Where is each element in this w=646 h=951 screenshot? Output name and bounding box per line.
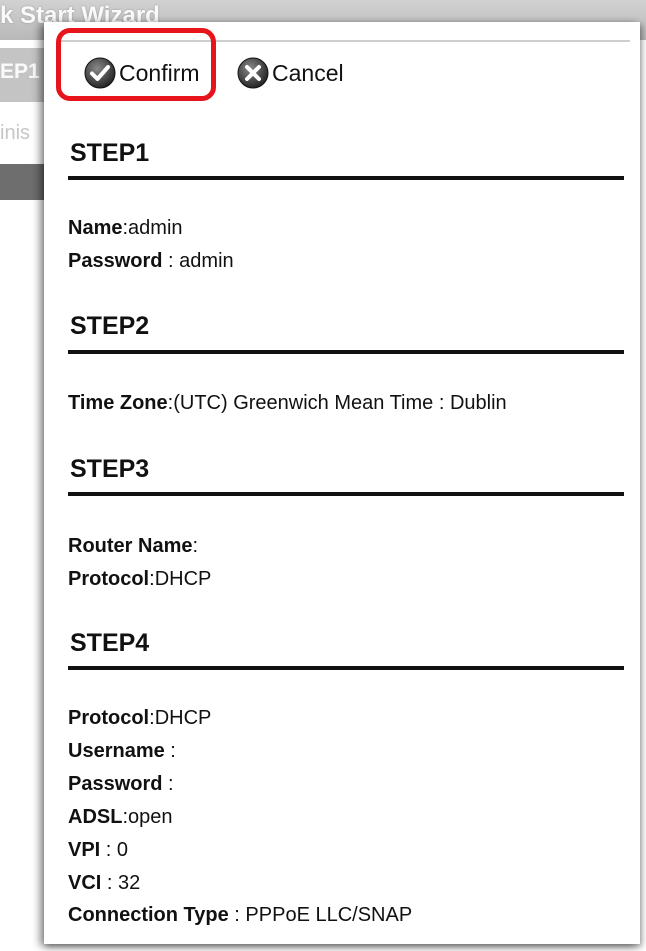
step3-heading: STEP3 bbox=[70, 455, 150, 483]
field-separator: : bbox=[164, 740, 176, 762]
confirm-button[interactable]: Confirm bbox=[84, 56, 200, 90]
field-label: Name bbox=[68, 217, 123, 239]
step1-name-row: Name:admin bbox=[68, 217, 183, 240]
field-label: VCI bbox=[68, 872, 102, 894]
field-separator: : bbox=[101, 872, 119, 894]
cancel-button-label: Cancel bbox=[272, 59, 344, 86]
dialog-top-divider bbox=[60, 40, 630, 42]
step4-vpi-row: VPI : 0 bbox=[68, 839, 128, 862]
field-label: Router Name bbox=[68, 535, 193, 557]
step2-heading: STEP2 bbox=[70, 312, 150, 340]
field-separator: : bbox=[100, 839, 117, 861]
field-label: Protocol bbox=[68, 707, 150, 729]
step4-divider bbox=[68, 666, 624, 670]
step4-username-row: Username : bbox=[68, 740, 176, 763]
field-value: admin bbox=[179, 250, 234, 272]
cancel-button[interactable]: Cancel bbox=[237, 56, 344, 90]
field-label: Password bbox=[68, 773, 163, 795]
field-separator: : bbox=[162, 250, 180, 272]
field-value: 32 bbox=[118, 872, 141, 894]
field-value: DHCP bbox=[154, 707, 212, 729]
step4-heading: STEP4 bbox=[70, 629, 150, 657]
field-value: admin bbox=[128, 217, 183, 239]
step4-protocol-row: Protocol:DHCP bbox=[68, 707, 211, 730]
field-value: 0 bbox=[116, 839, 129, 861]
step1-password-row: Password : admin bbox=[68, 250, 234, 273]
field-separator: : bbox=[162, 773, 174, 795]
check-circle-icon bbox=[84, 57, 116, 89]
field-value: DHCP bbox=[154, 568, 212, 590]
step3-router-name-row: Router Name: bbox=[68, 535, 198, 558]
step1-heading: STEP1 bbox=[70, 139, 150, 167]
field-value: open bbox=[128, 806, 173, 828]
step1-divider bbox=[68, 176, 624, 180]
step4-connection-type-row: Connection Type : PPPoE LLC/SNAP bbox=[68, 904, 412, 927]
step4-adsl-row: ADSL:open bbox=[68, 806, 173, 829]
step4-vci-row: VCI : 32 bbox=[68, 872, 140, 895]
step3-protocol-row: Protocol:DHCP bbox=[68, 568, 211, 591]
field-label: ADSL bbox=[68, 806, 123, 828]
field-label: VPI bbox=[68, 839, 101, 861]
field-label: Connection Type bbox=[68, 904, 229, 926]
x-circle-icon bbox=[237, 57, 269, 89]
step3-divider bbox=[68, 492, 624, 496]
background-admin-label: inis bbox=[0, 122, 31, 144]
field-separator: : bbox=[192, 535, 199, 557]
step2-timezone-row: Time Zone:(UTC) Greenwich Mean Time : Du… bbox=[68, 392, 507, 415]
field-label: Username bbox=[68, 740, 165, 762]
background-step-label: EP1 bbox=[0, 60, 40, 83]
field-value: (UTC) Greenwich Mean Time : Dublin bbox=[173, 392, 507, 414]
field-separator: : bbox=[228, 904, 246, 926]
step4-password-row: Password : bbox=[68, 773, 174, 796]
field-value: PPPoE LLC/SNAP bbox=[245, 904, 413, 926]
field-label: Password bbox=[68, 250, 163, 272]
confirm-button-label: Confirm bbox=[119, 59, 200, 86]
field-label: Time Zone bbox=[68, 392, 168, 414]
field-label: Protocol bbox=[68, 568, 150, 590]
step2-divider bbox=[68, 350, 624, 354]
confirm-summary-dialog: Confirm Cancel STEP1 Name:admin Password… bbox=[44, 22, 640, 944]
